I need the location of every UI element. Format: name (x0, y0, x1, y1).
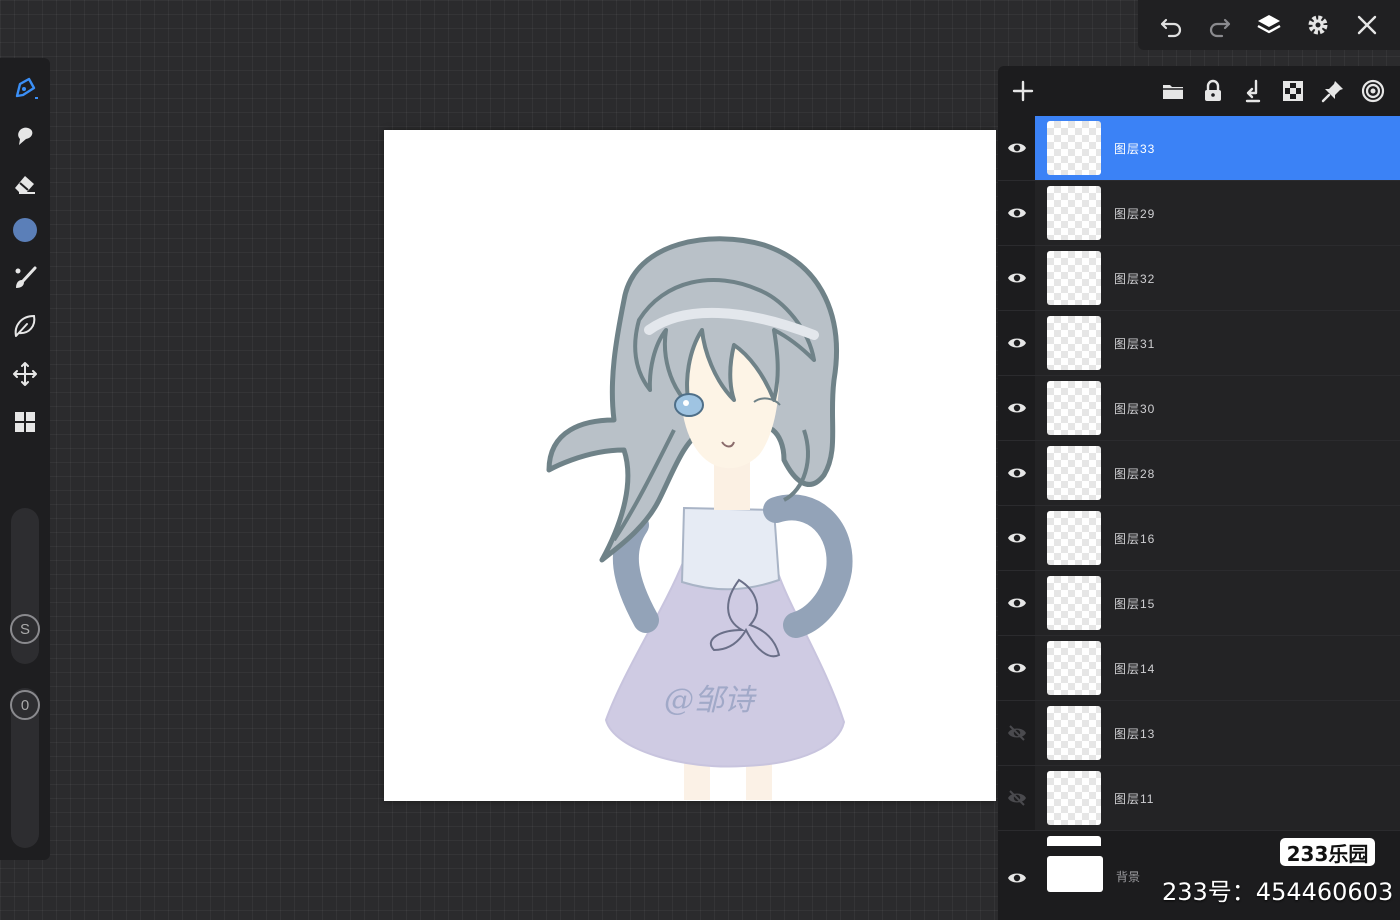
layer-name: 图层31 (1114, 337, 1156, 351)
watermark-badge: 233乐园 (1280, 838, 1375, 866)
gallery-icon[interactable] (7, 404, 43, 440)
layer-thumbnail (1047, 576, 1101, 630)
tool-rail: S 0 (0, 58, 50, 860)
layer-row-body[interactable]: 图层31 (1035, 311, 1400, 375)
layer-name: 图层11 (1114, 792, 1155, 806)
eye-icon[interactable] (1000, 520, 1034, 556)
eye-icon[interactable] (1000, 860, 1034, 896)
layer-row-body[interactable]: 图层32 (1035, 246, 1400, 310)
layer-row-body[interactable]: 图层11 (1035, 766, 1400, 830)
layers-panel-header (998, 66, 1400, 116)
layer-row-body[interactable]: 图层13 (1035, 701, 1400, 765)
settings-icon[interactable] (1301, 8, 1335, 42)
signature: @邹诗 (664, 683, 754, 718)
brush-icon[interactable] (7, 260, 43, 296)
layer-thumbnail (1047, 771, 1101, 825)
layer-name: 图层32 (1114, 272, 1156, 286)
layer-thumbnail (1047, 381, 1101, 435)
layer-row[interactable]: 图层13 (998, 701, 1400, 766)
layers-panel: 图层33 图层29 图层32 图层31 图层30 图层28 图层16 图层15 图层14 图层13… (998, 66, 1400, 920)
layer-list: 图层33 图层29 图层32 图层31 图层30 图层28 图层16 图层15 图层14 图层13… (998, 116, 1400, 831)
layer-thumbnail (1047, 511, 1101, 565)
layer-row[interactable]: 图层33 (998, 116, 1400, 181)
layer-thumbnail (1047, 251, 1101, 305)
size-slider-label: S (10, 614, 40, 644)
color-icon[interactable] (7, 212, 43, 248)
layer-thumbnail (1047, 446, 1101, 500)
eye-hidden-icon[interactable] (1000, 780, 1034, 816)
layer-row[interactable]: 图层30 (998, 376, 1400, 441)
layer-row-body[interactable]: 图层28 (1035, 441, 1400, 505)
close-icon[interactable] (1350, 8, 1384, 42)
layer-thumbnail (1047, 186, 1101, 240)
blend-icon[interactable] (1356, 74, 1390, 108)
layer-name: 图层33 (1114, 142, 1156, 156)
eraser-icon[interactable] (7, 166, 43, 202)
layer-name: 图层15 (1114, 597, 1156, 611)
eye-icon[interactable] (1000, 650, 1034, 686)
layer-row[interactable]: 图层11 (998, 766, 1400, 831)
lock-icon[interactable] (1196, 74, 1230, 108)
layer-row[interactable]: 图层14 (998, 636, 1400, 701)
eye-icon[interactable] (1000, 585, 1034, 621)
layer-row-body[interactable]: 图层15 (1035, 571, 1400, 635)
smudge-icon[interactable] (7, 118, 43, 154)
background-layer-name: 背景 (1116, 870, 1141, 884)
folder-icon[interactable] (1156, 74, 1190, 108)
layer-name: 图层13 (1114, 727, 1156, 741)
layer-row-body[interactable]: 图层29 (1035, 181, 1400, 245)
eye-icon[interactable] (1000, 195, 1034, 231)
background-layer-thumbnail (1047, 856, 1103, 892)
layer-row[interactable]: 图层29 (998, 181, 1400, 246)
layer-name: 图层16 (1114, 532, 1156, 546)
eye-hidden-icon[interactable] (1000, 715, 1034, 751)
layer-thumbnail (1047, 121, 1101, 175)
opacity-slider-label: 0 (10, 690, 40, 720)
redo-icon[interactable] (1203, 8, 1237, 42)
layer-row-body[interactable]: 图层14 (1035, 636, 1400, 700)
layer-row-body[interactable]: 图层30 (1035, 376, 1400, 440)
layer-name: 图层29 (1114, 207, 1156, 221)
watermark-account: 233号：454460603 (1162, 878, 1394, 906)
add-layer-icon[interactable] (1006, 74, 1040, 108)
layer-thumbnail (1047, 641, 1101, 695)
layer-row[interactable]: 图层16 (998, 506, 1400, 571)
layer-row-body[interactable]: 图层33 (1035, 116, 1400, 180)
pen-icon[interactable] (7, 70, 43, 106)
layer-thumbnail (1047, 706, 1101, 760)
layer-name: 图层30 (1114, 402, 1156, 416)
transform-icon[interactable] (7, 356, 43, 392)
pin-icon[interactable] (1316, 74, 1350, 108)
layer-row[interactable]: 图层32 (998, 246, 1400, 311)
layers-icon[interactable] (1252, 8, 1286, 42)
alpha-lock-icon[interactable] (1276, 74, 1310, 108)
eye-icon[interactable] (1000, 130, 1034, 166)
eye-icon[interactable] (1000, 260, 1034, 296)
drawing-canvas[interactable]: @邹诗 (384, 130, 996, 801)
eye-icon[interactable] (1000, 390, 1034, 426)
layer-thumbnail (1047, 316, 1101, 370)
layer-row[interactable]: 图层15 (998, 571, 1400, 636)
layer-row[interactable]: 图层28 (998, 441, 1400, 506)
layer-name: 图层28 (1114, 467, 1156, 481)
layer-row[interactable]: 图层31 (998, 311, 1400, 376)
layer-row-body[interactable]: 图层16 (1035, 506, 1400, 570)
merge-down-icon[interactable] (1236, 74, 1270, 108)
top-toolbar (1138, 0, 1400, 50)
undo-icon[interactable] (1154, 8, 1188, 42)
lasso-icon[interactable] (7, 308, 43, 344)
eye-icon[interactable] (1000, 325, 1034, 361)
layer-name: 图层14 (1114, 662, 1156, 676)
eye-icon[interactable] (1000, 455, 1034, 491)
